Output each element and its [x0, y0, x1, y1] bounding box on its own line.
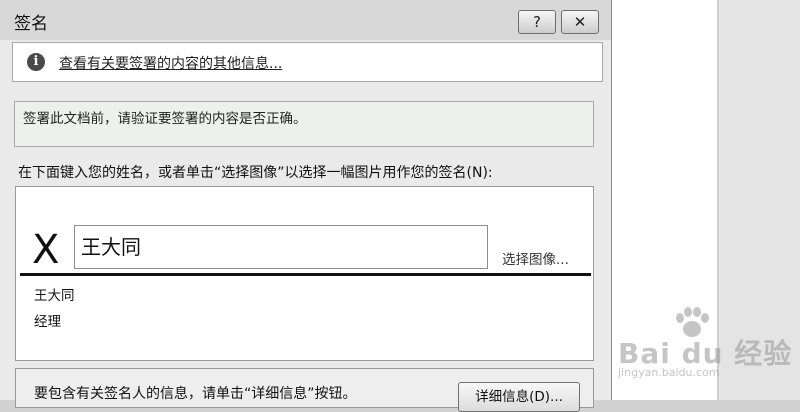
- verify-message: 签署此文档前，请验证要签署的内容是否正确。: [23, 111, 307, 127]
- signature-prompt: 在下面键入您的姓名，或者单击“选择图像”以选择一幅图片用作您的签名(N):: [18, 165, 493, 181]
- info-icon: i: [27, 53, 45, 71]
- details-instruction: 要包含有关签名人的信息，请单击“详细信息”按钮。: [34, 386, 357, 402]
- signer-title: 经理: [34, 314, 61, 330]
- help-button[interactable]: ?: [518, 10, 556, 34]
- info-bar: i 查看有关要签署的内容的其他信息...: [12, 42, 603, 82]
- watermark: Bai du 经验 jingyan.baidu.com: [616, 306, 791, 382]
- signer-details-box: 要包含有关签名人的信息，请单击“详细信息”按钮。 详细信息(D)...: [15, 368, 594, 412]
- signature-x-mark: X: [32, 227, 60, 273]
- more-info-link[interactable]: 查看有关要签署的内容的其他信息...: [59, 53, 282, 73]
- select-image-link[interactable]: 选择图像...: [502, 248, 569, 268]
- verify-message-box: 签署此文档前，请验证要签署的内容是否正确。: [14, 101, 594, 147]
- signer-name: 王大同: [34, 288, 75, 304]
- signature-name-input[interactable]: 王大同: [74, 225, 488, 269]
- title-bar: 签名 ? ✕: [0, 0, 611, 40]
- details-button[interactable]: 详细信息(D)...: [458, 382, 580, 412]
- watermark-url: jingyan.baidu.com: [618, 366, 720, 379]
- dialog-title: 签名: [14, 14, 48, 34]
- signature-area: X 王大同 选择图像... 王大同 经理: [15, 186, 594, 361]
- close-button[interactable]: ✕: [561, 10, 599, 34]
- signature-line: [20, 273, 591, 276]
- signature-dialog: 签名 ? ✕ i 查看有关要签署的内容的其他信息... 签署此文档前，请验证要签…: [0, 0, 612, 412]
